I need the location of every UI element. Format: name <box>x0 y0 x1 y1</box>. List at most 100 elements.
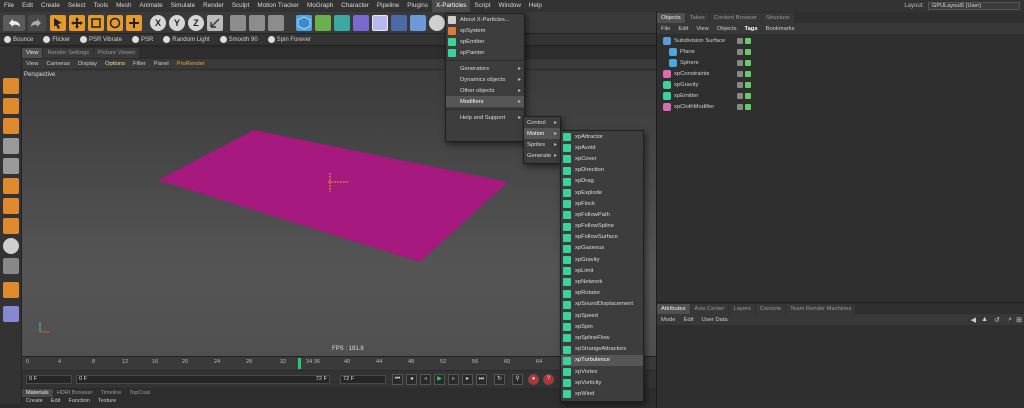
menu-script[interactable]: Script <box>470 0 494 12</box>
cube-icon[interactable] <box>296 15 312 31</box>
attributes-tab-attributes[interactable]: Attributes <box>657 303 690 314</box>
points-mode-icon[interactable] <box>3 138 19 154</box>
menu-create[interactable]: Create <box>37 0 64 12</box>
plane-object[interactable] <box>158 130 508 262</box>
loop-icon[interactable]: ↻ <box>494 374 505 385</box>
frame-range-slider[interactable]: 0 F 72 F <box>76 375 330 384</box>
attributes-search-icon[interactable]: ⌕ <box>1008 316 1012 324</box>
object-row-xpgravity[interactable]: xpGravity <box>663 80 698 90</box>
attributes-tab-console[interactable]: Console <box>755 303 786 314</box>
move-icon[interactable] <box>69 15 85 31</box>
objects-tab-structure[interactable]: Structure <box>762 12 794 23</box>
motion-xpsounddisplacement[interactable]: xpSoundDisplacement <box>561 299 643 310</box>
visibility-icon[interactable] <box>745 38 751 44</box>
motion-xpdirection[interactable]: xpDirection <box>561 165 643 176</box>
z-axis-button[interactable]: Z <box>188 15 204 31</box>
objects-tab-objects[interactable]: Objects <box>657 12 685 23</box>
xp-menu-generators[interactable]: Generators <box>446 63 524 74</box>
layer-icon[interactable] <box>737 71 743 77</box>
scale-icon[interactable] <box>88 15 104 31</box>
object-row-subdivision-surface[interactable]: Subdivision Surface <box>663 36 725 46</box>
go-to-end-icon[interactable]: ⏭ <box>476 374 487 385</box>
motion-xpavoid[interactable]: xpAvoid <box>561 142 643 153</box>
object-flags[interactable] <box>737 104 751 110</box>
attributes-tab-axis-center[interactable]: Axis Center <box>690 303 729 314</box>
attributes-menu-edit[interactable]: Edit <box>680 315 698 325</box>
motion-xpvortex[interactable]: xpVortex <box>561 366 643 377</box>
render-view-icon[interactable] <box>230 15 246 31</box>
attributes-tab-team-render-machines[interactable]: Team Render Machines <box>786 303 856 314</box>
menu-pipeline[interactable]: Pipeline <box>373 0 403 12</box>
plus-icon[interactable] <box>126 15 142 31</box>
next-frame-icon[interactable]: ▹ <box>448 374 459 385</box>
workplane-icon[interactable] <box>3 258 19 274</box>
preset-psr-vibrate[interactable]: PSR Vibrate <box>76 36 122 43</box>
menu-plugins[interactable]: Plugins <box>403 0 432 12</box>
motion-xpgravity[interactable]: xpGravity <box>561 254 643 265</box>
object-row-xpconstraints[interactable]: xpConstraints <box>663 69 709 79</box>
light-icon[interactable] <box>429 15 445 31</box>
texture-mode-icon[interactable] <box>3 118 19 134</box>
object-flags[interactable] <box>737 38 751 44</box>
objects-menu-tags[interactable]: Tags <box>740 24 761 34</box>
go-to-start-icon[interactable]: ⏮ <box>392 374 403 385</box>
objects-menu-bookmarks[interactable]: Bookmarks <box>762 24 799 34</box>
object-flags[interactable] <box>737 93 751 99</box>
motion-xpdrag[interactable]: xpDrag <box>561 176 643 187</box>
attributes-tab-layers[interactable]: Layers <box>729 303 755 314</box>
y-axis-button[interactable]: Y <box>169 15 185 31</box>
keyframe-selection-icon[interactable]: ⚲ <box>512 374 523 385</box>
viewport-menu-display[interactable]: Display <box>74 59 101 69</box>
motion-xpspeed[interactable]: xpSpeed <box>561 310 643 321</box>
rotate-icon[interactable] <box>107 15 123 31</box>
viewport-tab-view[interactable]: View <box>22 48 43 58</box>
object-flags[interactable] <box>737 49 751 55</box>
visibility-icon[interactable] <box>745 104 751 110</box>
object-flags[interactable] <box>737 71 751 77</box>
motion-xpfollowsurface[interactable]: xpFollowSurface <box>561 232 643 243</box>
motion-xpwind[interactable]: xpWind <box>561 388 643 399</box>
object-row-plane[interactable]: Plane <box>669 47 695 57</box>
viewport-menu-view[interactable]: View <box>22 59 42 69</box>
next-key-icon[interactable]: ▸ <box>462 374 473 385</box>
attributes-nav-back-icon[interactable]: ◀ <box>971 316 976 324</box>
visibility-icon[interactable] <box>745 60 751 66</box>
viewport-menu-filter[interactable]: Filter <box>129 59 150 69</box>
menu-window[interactable]: Window <box>495 0 525 12</box>
render-picture-viewer-icon[interactable] <box>249 15 265 31</box>
visibility-icon[interactable] <box>745 49 751 55</box>
tweak-mode-icon[interactable] <box>3 218 19 234</box>
attributes-menu-user-data[interactable]: User Data <box>698 315 732 325</box>
objects-menu-objects[interactable]: Objects <box>713 24 741 34</box>
camera-icon[interactable] <box>410 15 426 31</box>
objects-menu-view[interactable]: View <box>692 24 712 34</box>
menu-character[interactable]: Character <box>337 0 373 12</box>
preset-psr[interactable]: PSR <box>128 36 153 43</box>
object-flags[interactable] <box>737 82 751 88</box>
autokey-icon[interactable]: ? <box>543 374 554 385</box>
menu-file[interactable]: File <box>0 0 18 12</box>
x-axis-button[interactable]: X <box>150 15 166 31</box>
motion-xpfollowpath[interactable]: xpFollowPath <box>561 209 643 220</box>
xp-menu-xpsystem[interactable]: xpSystem <box>446 25 524 36</box>
viewport-tab-render-settings[interactable]: Render Settings <box>43 48 94 58</box>
record-icon[interactable]: ● <box>528 374 539 385</box>
motion-xpfollowspline[interactable]: xpFollowSpline <box>561 221 643 232</box>
visibility-icon[interactable] <box>745 71 751 77</box>
deformer-icon[interactable] <box>372 15 388 31</box>
edges-mode-icon[interactable] <box>3 158 19 174</box>
viewport-menu-options[interactable]: Options <box>101 59 129 69</box>
menu-mesh[interactable]: Mesh <box>112 0 135 12</box>
preset-bounce[interactable]: Bounce <box>0 36 33 43</box>
viewport-tab-picture-viewer[interactable]: Picture Viewer <box>94 48 140 58</box>
layer-icon[interactable] <box>737 38 743 44</box>
motion-xplimit[interactable]: xpLimit <box>561 265 643 276</box>
make-editable-icon[interactable] <box>3 78 19 94</box>
materials-tab-materials[interactable]: Materials <box>22 389 53 397</box>
preset-smooth-90[interactable]: Smooth 90 <box>216 36 258 43</box>
objects-menu-edit[interactable]: Edit <box>674 24 692 34</box>
materials-menu-create[interactable]: Create <box>22 397 47 406</box>
motion-xpattractor[interactable]: xpAttractor <box>561 131 643 142</box>
materials-menu-function[interactable]: Function <box>64 397 93 406</box>
prev-frame-icon[interactable]: ◃ <box>420 374 431 385</box>
